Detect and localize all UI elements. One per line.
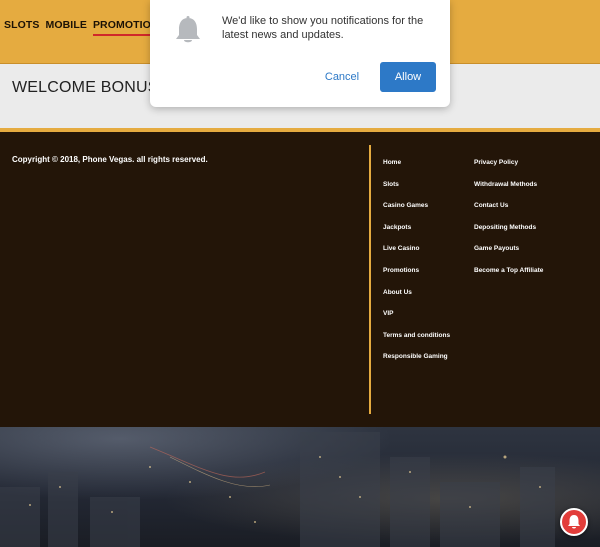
- footer-link-terms[interactable]: Terms and conditions: [383, 331, 450, 353]
- footer-link-privacy-policy[interactable]: Privacy Policy: [474, 158, 543, 180]
- notification-message: We'd like to show you notifications for …: [222, 15, 424, 41]
- footer-link-responsible-gaming[interactable]: Responsible Gaming: [383, 352, 450, 374]
- footer-link-about-us[interactable]: About Us: [383, 288, 450, 310]
- footer-link-jackpots[interactable]: Jackpots: [383, 223, 450, 245]
- city-background-image: [0, 427, 600, 547]
- footer-link-promotions[interactable]: Promotions: [383, 266, 450, 288]
- footer-links-column-1: Home Slots Casino Games Jackpots Live Ca…: [383, 158, 450, 374]
- footer-link-home[interactable]: Home: [383, 158, 450, 180]
- footer-link-vip[interactable]: VIP: [383, 309, 450, 331]
- notification-subscribe-button[interactable]: [560, 508, 588, 536]
- bell-icon: [568, 515, 580, 529]
- footer-link-withdrawal-methods[interactable]: Withdrawal Methods: [474, 180, 543, 202]
- copyright-text: Copyright © 2018, Phone Vegas. all right…: [12, 155, 208, 164]
- footer-link-depositing-methods[interactable]: Depositing Methods: [474, 223, 543, 245]
- bell-icon: [176, 16, 200, 43]
- nav-item-mobile[interactable]: MOBILE: [46, 19, 87, 36]
- footer-link-slots[interactable]: Slots: [383, 180, 450, 202]
- cancel-button[interactable]: Cancel: [320, 66, 364, 88]
- footer-links-column-2: Privacy Policy Withdrawal Methods Contac…: [474, 158, 543, 288]
- allow-button[interactable]: Allow: [380, 62, 436, 92]
- footer-link-game-payouts[interactable]: Game Payouts: [474, 244, 543, 266]
- footer-link-casino-games[interactable]: Casino Games: [383, 201, 450, 223]
- footer-link-live-casino[interactable]: Live Casino: [383, 244, 450, 266]
- footer-link-contact-us[interactable]: Contact Us: [474, 201, 543, 223]
- nav-item-slots[interactable]: SLOTS: [4, 19, 40, 36]
- footer-link-affiliate[interactable]: Become a Top Affiliate: [474, 266, 543, 288]
- page-title: WELCOME BONUS: [12, 79, 159, 96]
- footer-divider: [369, 145, 371, 414]
